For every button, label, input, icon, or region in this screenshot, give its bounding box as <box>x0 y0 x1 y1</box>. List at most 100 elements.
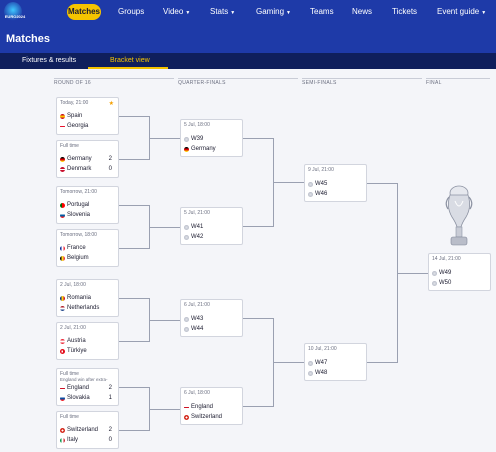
team-score: 1 <box>108 395 112 401</box>
tbd-flag-icon <box>184 316 189 322</box>
chevron-down-icon: ▼ <box>185 10 191 16</box>
team-name: W43 <box>191 316 204 322</box>
match-card[interactable]: 5 Jul, 18:00 W39 Germany <box>180 119 243 157</box>
round-divider <box>426 78 490 79</box>
team-row: Portugal <box>60 202 89 208</box>
georgia-flag-icon <box>60 123 65 129</box>
bracket-connector <box>243 226 273 227</box>
bracket-connector <box>119 205 149 206</box>
france-flag-icon <box>60 245 65 251</box>
round-label-final: FINAL <box>426 80 442 86</box>
slovenia-flag-icon <box>60 212 65 218</box>
match-time: Tomorrow, 21:00 <box>60 189 97 195</box>
trophy-icon <box>445 185 473 246</box>
team-row: Netherlands <box>60 305 99 311</box>
match-card[interactable]: 2 Jul, 18:00 Romania Netherlands <box>56 279 119 317</box>
match-time: Full time <box>60 414 79 420</box>
match-card[interactable]: Full time Germany 2 Denmark 0 <box>56 140 119 178</box>
match-time: 2 Jul, 18:00 <box>60 282 86 288</box>
team-name: Spain <box>67 113 83 119</box>
favourite-star-icon[interactable]: ★ <box>109 100 114 107</box>
tab-fixtures-results[interactable]: Fixtures & results <box>22 53 76 69</box>
match-time: Tomorrow, 18:00 <box>60 232 97 238</box>
tbd-flag-icon <box>184 234 189 240</box>
match-card[interactable]: 14 Jul, 21:00 W49 W50 <box>428 253 491 291</box>
round-divider <box>54 78 174 79</box>
nav-item-stats[interactable]: Stats ▼ <box>210 0 235 24</box>
team-score: 2 <box>108 156 112 162</box>
active-tab-indicator <box>88 67 168 69</box>
germany-flag-icon <box>184 146 189 152</box>
nav-item-groups[interactable]: Groups <box>118 0 144 24</box>
team-name: Belgium <box>67 255 89 261</box>
match-card[interactable]: 9 Jul, 21:00 W45 W46 <box>304 164 367 202</box>
team-row: Switzerland <box>60 427 98 433</box>
euro2024-logo[interactable] <box>4 2 22 22</box>
team-name: Netherlands <box>67 305 100 311</box>
bracket-connector <box>367 183 397 184</box>
team-name: W50 <box>439 280 452 286</box>
team-name: W49 <box>439 270 452 276</box>
denmark-flag-icon <box>60 166 65 172</box>
team-name: W45 <box>315 181 328 187</box>
team-row: W42 <box>184 234 203 240</box>
team-name: Romania <box>67 295 92 301</box>
tbd-flag-icon <box>432 270 437 276</box>
nav-item-tickets[interactable]: Tickets <box>392 0 417 24</box>
round-label-sf: SEMI-FINALS <box>302 80 337 86</box>
team-name: W47 <box>315 360 328 366</box>
team-row: Türkiye <box>60 348 87 354</box>
team-name: England <box>67 385 90 391</box>
team-name: Austria <box>67 338 86 344</box>
team-score: 2 <box>108 385 112 391</box>
portugal-flag-icon <box>60 202 65 208</box>
team-name: Türkiye <box>67 348 87 354</box>
match-card[interactable]: Full time England win after extra- England… <box>56 368 119 406</box>
team-row: W47 <box>308 360 327 366</box>
match-card[interactable]: Today, 21:00 ★ Spain Georgia <box>56 97 119 135</box>
belgium-flag-icon <box>60 255 65 261</box>
team-name: Switzerland <box>191 414 223 420</box>
match-card[interactable]: 10 Jul, 21:00 W47 W48 <box>304 343 367 381</box>
match-card[interactable]: Tomorrow, 18:00 France Belgium <box>56 229 119 267</box>
bracket-connector <box>119 298 149 299</box>
match-card[interactable]: 5 Jul, 21:00 W41 W42 <box>180 207 243 245</box>
round-divider <box>302 78 422 79</box>
match-card[interactable]: 2 Jul, 21:00 Austria Türkiye <box>56 322 119 360</box>
bracket-connector <box>367 362 397 363</box>
match-note: England win after extra- <box>60 377 108 382</box>
match-card[interactable]: 6 Jul, 18:00 England Switzerland <box>180 387 243 425</box>
nav-item-matches[interactable]: Matches <box>67 4 101 20</box>
team-row: Slovakia <box>60 395 90 401</box>
round-label-r16: ROUND OF 16 <box>54 80 91 86</box>
match-time: Today, 21:00 <box>60 100 89 106</box>
match-time: 6 Jul, 18:00 <box>184 390 210 396</box>
tbd-flag-icon <box>184 224 189 230</box>
nav-item-video[interactable]: Video ▼ <box>163 0 190 24</box>
page-header: Matches <box>0 24 496 53</box>
match-time: 10 Jul, 21:00 <box>308 346 337 352</box>
team-name: W44 <box>191 326 204 332</box>
top-navigation: EURO2024 Matches Groups Video ▼ Stats ▼ Ga… <box>0 0 496 24</box>
match-card[interactable]: Full time Switzerland 2 Italy 0 <box>56 411 119 449</box>
team-row: Spain <box>60 113 82 119</box>
match-time: 9 Jul, 21:00 <box>308 167 334 173</box>
switzerland-flag-icon <box>60 427 65 433</box>
nav-item-event-guide[interactable]: Event guide ▼ <box>437 0 486 24</box>
nav-item-gaming[interactable]: Gaming ▼ <box>256 0 291 24</box>
bracket-connector <box>119 430 149 431</box>
team-row: Italy <box>60 437 78 443</box>
match-time: 6 Jul, 21:00 <box>184 302 210 308</box>
bracket-connector <box>149 319 180 321</box>
bracket-connector <box>119 116 149 117</box>
match-card[interactable]: Tomorrow, 21:00 Portugal Slovenia <box>56 186 119 224</box>
austria-flag-icon <box>60 338 65 344</box>
team-row: W50 <box>432 280 451 286</box>
team-row: W45 <box>308 181 327 187</box>
nav-item-teams[interactable]: Teams <box>310 0 334 24</box>
bracket-connector <box>273 362 304 363</box>
team-name: Georgia <box>67 123 89 129</box>
match-card[interactable]: 6 Jul, 21:00 W43 W44 <box>180 299 243 337</box>
team-name: England <box>191 404 214 410</box>
nav-item-news[interactable]: News <box>352 0 372 24</box>
